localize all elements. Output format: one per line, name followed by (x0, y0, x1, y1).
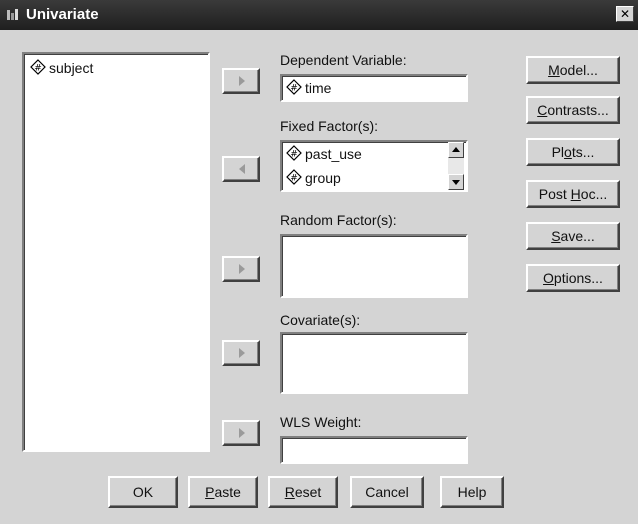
source-variable-list[interactable]: # subject (22, 52, 210, 452)
dependent-variable-field[interactable]: # time (280, 74, 468, 102)
svg-text:#: # (34, 64, 42, 74)
button-label-mnemonic: C (537, 102, 548, 118)
button-label-part: ptions... (553, 270, 603, 286)
scroll-up-icon (452, 147, 460, 152)
button-label-part: eset (294, 484, 322, 500)
fixed-factors-label: Fixed Factor(s): (280, 118, 379, 134)
button-label-part: OK (132, 484, 154, 500)
save-button[interactable]: Save... (526, 222, 620, 250)
button-label-part: odel... (559, 62, 598, 78)
button-label-part: ave... (560, 228, 595, 244)
svg-text:#: # (290, 84, 298, 94)
list-item-label: subject (49, 60, 94, 76)
dependent-variable-label: Dependent Variable: (280, 52, 407, 68)
model-button[interactable]: Model... (526, 56, 620, 84)
fixed-factors-list[interactable]: # past_use # group (280, 140, 468, 192)
button-label-part: Pl (551, 144, 565, 160)
button-label-mnemonic: O (543, 270, 554, 286)
button-label-part: Post (538, 186, 571, 202)
dependent-variable-value: time (305, 80, 332, 96)
button-label-part: ontrasts... (547, 102, 609, 118)
button-label-mnemonic: M (548, 62, 560, 78)
arrow-right-icon (239, 428, 245, 438)
spss-app-icon (7, 9, 18, 20)
random-factors-list[interactable] (280, 234, 468, 298)
button-label-part: ts... (571, 144, 595, 160)
list-item-label: past_use (305, 146, 362, 162)
move-to-random-button[interactable] (222, 256, 260, 282)
scroll-down-icon (452, 180, 460, 185)
post-hoc-button[interactable]: Post Hoc... (526, 180, 620, 208)
button-label-mnemonic: H (570, 186, 581, 202)
arrow-right-icon (239, 76, 245, 86)
arrow-left-icon (239, 164, 245, 174)
random-factors-label: Random Factor(s): (280, 212, 397, 228)
window-title: Univariate (26, 6, 99, 23)
covariates-label: Covariate(s): (280, 312, 361, 328)
button-label-mnemonic: R (284, 484, 295, 500)
reset-button[interactable]: Reset (268, 476, 338, 508)
scale-variable-icon: # (286, 79, 302, 95)
arrow-right-icon (239, 264, 245, 274)
move-to-covariate-button[interactable] (222, 340, 260, 366)
close-button[interactable]: ✕ (616, 6, 634, 22)
button-label-part: Cancel (365, 484, 409, 500)
wls-weight-label: WLS Weight: (280, 414, 362, 430)
list-item[interactable]: # past_use (286, 144, 362, 164)
list-item[interactable]: # group (286, 168, 341, 188)
button-label-part: Help (457, 484, 487, 500)
paste-button[interactable]: Paste (188, 476, 258, 508)
ok-button[interactable]: OK (108, 476, 178, 508)
list-item-label: group (305, 170, 341, 186)
button-label-mnemonic: o (564, 144, 572, 160)
list-item[interactable]: # time (286, 78, 331, 98)
button-label-part: oc... (580, 186, 608, 202)
list-item[interactable]: # subject (30, 58, 93, 78)
contrasts-button[interactable]: Contrasts... (526, 96, 620, 124)
wls-weight-field[interactable] (280, 436, 468, 464)
plots-button[interactable]: Plots... (526, 138, 620, 166)
scale-variable-icon: # (286, 145, 302, 161)
button-label-part: aste (214, 484, 241, 500)
arrow-right-icon (239, 348, 245, 358)
scale-variable-icon: # (286, 169, 302, 185)
scroll-up-button[interactable] (448, 142, 464, 158)
svg-text:#: # (290, 150, 298, 160)
cancel-button[interactable]: Cancel (350, 476, 424, 508)
covariates-list[interactable] (280, 332, 468, 394)
move-from-fixed-button[interactable] (222, 156, 260, 182)
title-bar: Univariate ✕ (0, 0, 638, 30)
move-to-dependent-button[interactable] (222, 68, 260, 94)
button-label-mnemonic: S (551, 228, 561, 244)
scroll-down-button[interactable] (448, 174, 464, 190)
svg-text:#: # (290, 174, 298, 184)
help-button[interactable]: Help (440, 476, 504, 508)
scale-variable-icon: # (30, 59, 46, 75)
options-button[interactable]: Options... (526, 264, 620, 292)
move-to-wls-button[interactable] (222, 420, 260, 446)
